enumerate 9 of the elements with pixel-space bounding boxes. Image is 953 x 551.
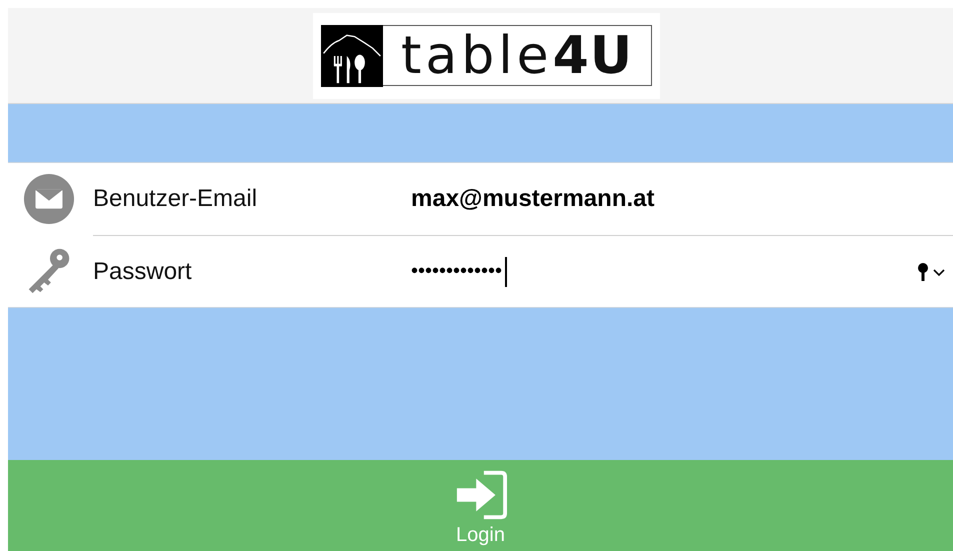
key-dropdown-icon[interactable]	[917, 262, 947, 282]
envelope-icon	[23, 173, 75, 225]
login-icon	[454, 470, 506, 520]
logo-text: table4U	[382, 25, 652, 86]
restaurant-logo-icon	[320, 24, 383, 86]
field-label: Benutzer-Email	[93, 185, 258, 213]
email-field[interactable]: max@mustermann.at	[411, 179, 953, 219]
password-field[interactable]: •••••••••••••	[411, 252, 917, 292]
field-label: Passwort	[93, 258, 193, 286]
